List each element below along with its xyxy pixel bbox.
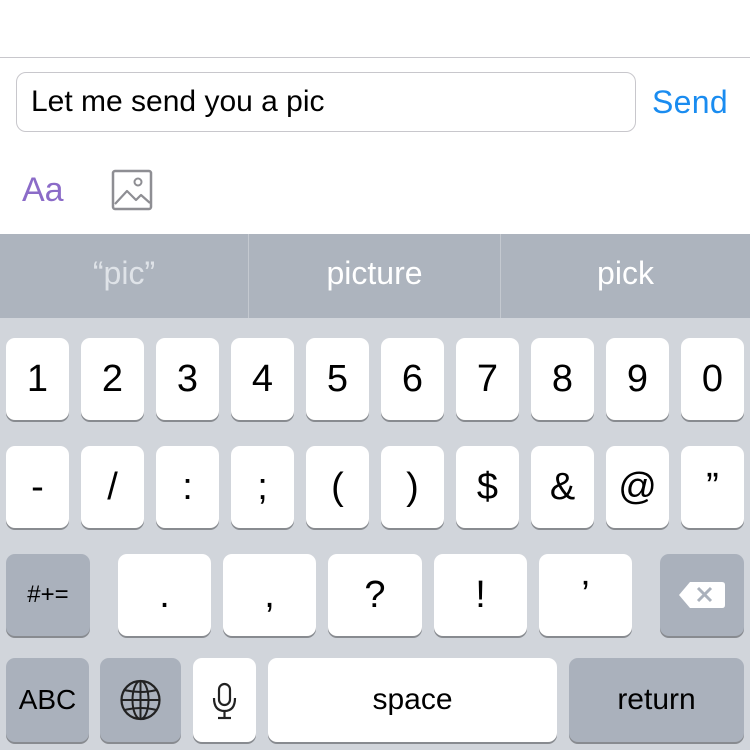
key-0[interactable]: 0 <box>681 338 744 420</box>
microphone-icon <box>212 682 237 720</box>
backspace-icon <box>679 582 725 608</box>
key-semicolon[interactable]: ; <box>231 446 294 528</box>
key-colon[interactable]: : <box>156 446 219 528</box>
key-dollar[interactable]: $ <box>456 446 519 528</box>
key-question[interactable]: ? <box>328 554 422 636</box>
key-open-paren[interactable]: ( <box>306 446 369 528</box>
key-2[interactable]: 2 <box>81 338 144 420</box>
key-7[interactable]: 7 <box>456 338 519 420</box>
key-6[interactable]: 6 <box>381 338 444 420</box>
globe-key[interactable] <box>100 658 181 742</box>
globe-icon <box>120 679 161 721</box>
key-quote[interactable]: ” <box>681 446 744 528</box>
format-text-button[interactable]: Aa <box>22 168 64 212</box>
key-close-paren[interactable]: ) <box>381 446 444 528</box>
key-at[interactable]: @ <box>606 446 669 528</box>
backspace-key[interactable] <box>660 554 744 636</box>
message-input[interactable]: Let me send you a pic <box>16 72 636 132</box>
image-icon[interactable] <box>110 168 154 212</box>
key-9[interactable]: 9 <box>606 338 669 420</box>
key-exclamation[interactable]: ! <box>434 554 527 636</box>
send-button[interactable]: Send <box>652 80 728 124</box>
key-1[interactable]: 1 <box>6 338 69 420</box>
key-hyphen[interactable]: - <box>6 446 69 528</box>
suggestion-2[interactable]: picture <box>249 234 500 318</box>
key-period[interactable]: . <box>118 554 211 636</box>
key-8[interactable]: 8 <box>531 338 594 420</box>
dictation-key[interactable] <box>193 658 256 742</box>
key-5[interactable]: 5 <box>306 338 369 420</box>
predictive-bar: “pic” picture pick <box>0 234 750 318</box>
return-key[interactable]: return <box>569 658 744 742</box>
key-slash[interactable]: / <box>81 446 144 528</box>
key-ampersand[interactable]: & <box>531 446 594 528</box>
key-3[interactable]: 3 <box>156 338 219 420</box>
key-comma[interactable]: , <box>223 554 316 636</box>
suggestion-3[interactable]: pick <box>501 234 750 318</box>
conversation-area <box>0 0 750 57</box>
keyboard: “pic” picture pick 1 2 3 4 5 6 7 8 9 0 -… <box>0 234 750 750</box>
space-key[interactable]: space <box>268 658 557 742</box>
abc-key[interactable]: ABC <box>6 658 89 742</box>
compose-bar: Let me send you a pic Send Aa <box>0 58 750 234</box>
suggestion-1[interactable]: “pic” <box>0 234 248 318</box>
key-4[interactable]: 4 <box>231 338 294 420</box>
symbols-toggle-key[interactable]: #+= <box>6 554 90 636</box>
key-apostrophe[interactable]: ’ <box>539 554 632 636</box>
